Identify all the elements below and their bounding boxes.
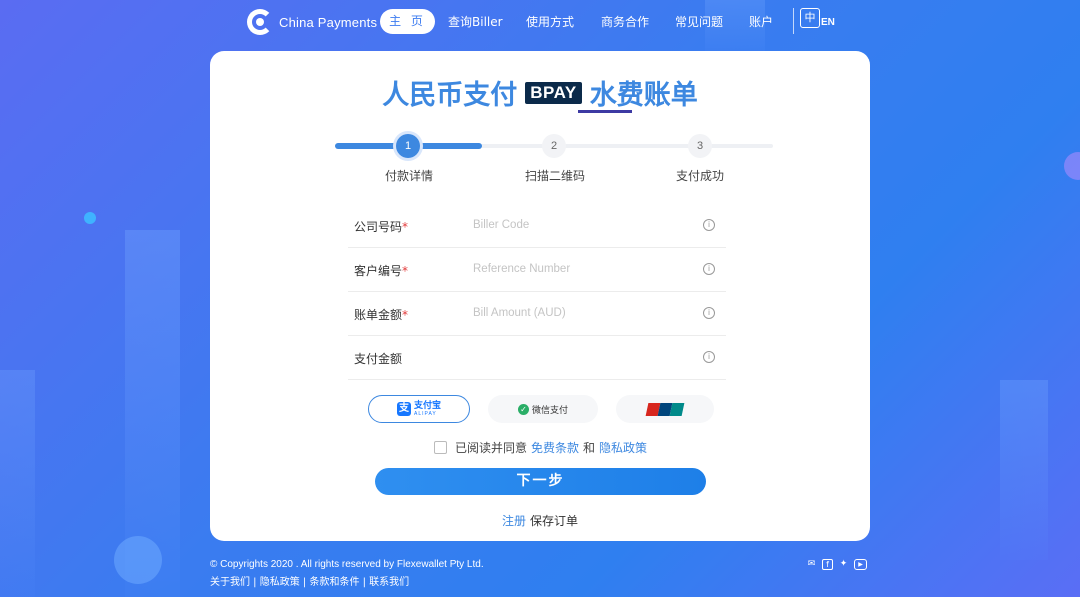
save-order-link[interactable]: 保存订单 bbox=[530, 514, 578, 528]
nav-item-how-to-use[interactable]: 使用方式 bbox=[526, 13, 574, 30]
privacy-link[interactable]: 隐私政策 bbox=[599, 439, 647, 456]
reference-number-input[interactable] bbox=[473, 258, 698, 280]
wechat-icon[interactable]: ✉ bbox=[806, 559, 817, 570]
lang-en-label: EN bbox=[821, 17, 835, 28]
logo[interactable]: China Payments bbox=[247, 9, 377, 35]
background-tower-right bbox=[1000, 380, 1048, 560]
alipay-sublabel: ALIPAY bbox=[413, 410, 437, 417]
step-1-circle: 1 bbox=[396, 134, 420, 158]
info-icon[interactable]: i bbox=[703, 219, 715, 231]
facebook-icon[interactable]: f bbox=[822, 559, 833, 570]
agreement-checkbox[interactable] bbox=[434, 441, 447, 454]
biller-code-label: 公司号码* bbox=[354, 220, 409, 234]
pay-amount-label: 支付金额 bbox=[354, 352, 403, 366]
logo-text: China Payments bbox=[279, 14, 378, 30]
wechat-pay-label: 微信支付 bbox=[531, 405, 568, 416]
language-switch[interactable]: 中 EN bbox=[800, 8, 835, 28]
agreement: 已阅读并同意 免费条款 和 隐私政策 bbox=[434, 439, 651, 456]
step-3-circle: 3 bbox=[688, 134, 712, 158]
step-3-label: 支付成功 bbox=[676, 169, 725, 183]
step-2-circle: 2 bbox=[542, 134, 566, 158]
logo-icon bbox=[247, 9, 273, 35]
bpay-logo: BPAY bbox=[525, 81, 582, 104]
background-orb-right bbox=[1064, 152, 1080, 180]
nav-item-business[interactable]: 商务合作 bbox=[601, 13, 649, 30]
info-icon[interactable]: i bbox=[703, 307, 715, 319]
alipay-icon: 支 bbox=[396, 402, 411, 416]
footer-links[interactable]: 关于我们 | 隐私政策 | 条款和条件 | 联系我们 bbox=[210, 573, 409, 588]
register-link[interactable]: 注册 bbox=[502, 514, 526, 528]
background-dot bbox=[84, 212, 96, 224]
terms-link[interactable]: 免费条款 bbox=[531, 439, 579, 456]
social-links: ✉ f ✦ ▶ bbox=[806, 559, 867, 570]
agreement-and: 和 bbox=[583, 441, 596, 455]
title-right: 水费账单 bbox=[589, 80, 698, 111]
alipay-option[interactable]: 支 支付宝 ALIPAY bbox=[368, 395, 470, 423]
biller-code-input[interactable] bbox=[473, 214, 698, 236]
twitter-icon[interactable]: ✦ bbox=[838, 559, 849, 570]
info-icon[interactable]: i bbox=[703, 351, 715, 363]
step-2-label: 扫描二维码 bbox=[525, 169, 586, 183]
unionpay-icon bbox=[645, 402, 685, 416]
bill-amount-row: 账单金额* i bbox=[348, 292, 726, 336]
nav-item-faq[interactable]: 常见问题 bbox=[675, 13, 723, 30]
bottom-links: 注册 保存订单 bbox=[210, 512, 870, 529]
pay-amount-input[interactable] bbox=[473, 346, 698, 368]
background-tower-left-2 bbox=[0, 370, 35, 597]
reference-number-row: 客户编号* i bbox=[348, 248, 726, 292]
page-title: 人民币支付 BPAY 水费账单 bbox=[210, 73, 870, 112]
youtube-icon[interactable]: ▶ bbox=[854, 559, 867, 570]
agreement-text: 已阅读并同意 bbox=[455, 441, 528, 455]
nav-item-query-biller[interactable]: 查询Biller bbox=[448, 13, 503, 30]
nav-item-account[interactable]: 账户 bbox=[749, 13, 773, 30]
next-step-button[interactable]: 下一步 bbox=[375, 468, 706, 495]
title-left: 人民币支付 bbox=[382, 80, 518, 111]
bill-amount-input[interactable] bbox=[473, 302, 698, 324]
biller-code-row: 公司号码* i bbox=[348, 204, 726, 248]
reference-number-label: 客户编号* bbox=[354, 264, 409, 278]
title-underline bbox=[578, 110, 632, 113]
nav-item-home[interactable]: 主 页 bbox=[380, 9, 435, 34]
background-orb bbox=[114, 536, 162, 584]
unionpay-option[interactable] bbox=[616, 395, 714, 423]
wechat-pay-option[interactable]: ✓ 微信支付 bbox=[488, 395, 598, 423]
pay-amount-row: 支付金额 i bbox=[348, 336, 726, 380]
payment-card: 人民币支付 BPAY 水费账单 1 2 3 付款详情 扫描二维码 支付成功 公司号码… bbox=[210, 51, 870, 541]
bill-amount-label: 账单金额* bbox=[354, 308, 409, 322]
wechat-pay-icon: ✓ bbox=[517, 403, 529, 415]
info-icon[interactable]: i bbox=[703, 263, 715, 275]
top-nav: China Payments 主 页 查询Biller 使用方式 商务合作 常见… bbox=[0, 0, 1080, 42]
lang-zh-icon: 中 bbox=[800, 8, 820, 28]
step-1-label: 付款详情 bbox=[385, 169, 434, 183]
nav-divider bbox=[793, 8, 794, 34]
alipay-label: 支付宝 bbox=[413, 400, 441, 411]
copyright-text: © Copyrights 2020 . All rights reserved … bbox=[210, 559, 484, 570]
